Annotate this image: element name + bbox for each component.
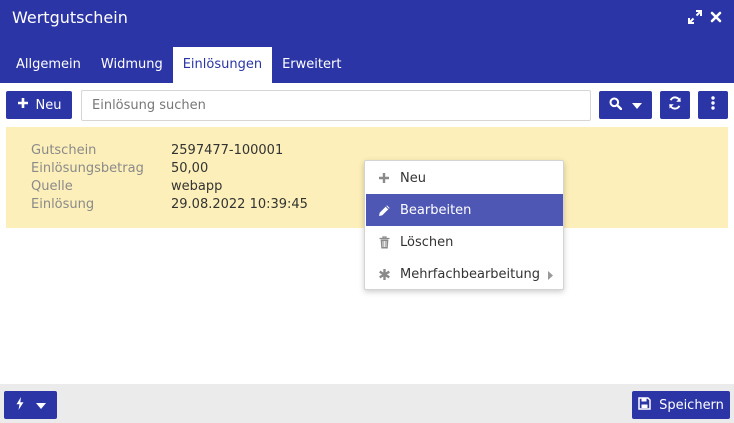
tab-widmung[interactable]: Widmung bbox=[91, 47, 173, 83]
menu-item-bulk-edit[interactable]: Mehrfachbearbeitung bbox=[366, 258, 563, 290]
menu-item-label: Bearbeiten bbox=[400, 202, 472, 218]
record-field: Gutschein 2597477-100001 bbox=[31, 143, 283, 161]
refresh-icon bbox=[668, 96, 682, 114]
tab-allgemein[interactable]: Allgemein bbox=[6, 47, 91, 83]
toolbar: Neu bbox=[0, 83, 734, 123]
expand-icon[interactable] bbox=[688, 10, 702, 24]
chevron-down-icon bbox=[632, 98, 642, 113]
context-menu: Neu Bearbeiten Löschen Mehrfachbearbeitu… bbox=[364, 160, 564, 290]
lightning-icon bbox=[16, 396, 24, 414]
field-label: Einlösung bbox=[31, 197, 95, 212]
menu-item-label: Mehrfachbearbeitung bbox=[400, 266, 540, 282]
menu-item-label: Neu bbox=[400, 170, 426, 186]
close-icon[interactable] bbox=[710, 11, 722, 23]
new-button[interactable]: Neu bbox=[6, 91, 72, 119]
field-label: Gutschein bbox=[31, 143, 97, 158]
menu-item-edit[interactable]: Bearbeiten bbox=[366, 194, 563, 226]
menu-item-new[interactable]: Neu bbox=[366, 162, 563, 194]
actions-button[interactable] bbox=[4, 391, 57, 419]
menu-item-label: Löschen bbox=[400, 234, 454, 250]
new-button-label: Neu bbox=[35, 97, 62, 113]
pencil-icon bbox=[366, 204, 400, 217]
field-label: Quelle bbox=[31, 179, 73, 194]
floppy-disk-icon bbox=[638, 396, 651, 414]
field-value: 29.08.2022 10:39:45 bbox=[171, 197, 308, 212]
tab-erweitert[interactable]: Erweitert bbox=[272, 47, 351, 83]
trash-icon bbox=[366, 235, 400, 249]
chevron-down-icon bbox=[35, 398, 46, 413]
save-button-label: Speichern bbox=[659, 397, 724, 413]
search-button[interactable] bbox=[599, 91, 652, 119]
field-value: webapp bbox=[171, 179, 223, 194]
field-label: Einlösungsbetrag bbox=[31, 161, 144, 176]
field-value: 50,00 bbox=[171, 161, 209, 176]
window-header: Wertgutschein Allgemein Widmung Einlösun… bbox=[0, 0, 734, 83]
tab-bar: Allgemein Widmung Einlösungen Erweitert bbox=[6, 47, 351, 83]
plus-icon bbox=[17, 97, 29, 113]
submenu-arrow-icon bbox=[548, 269, 553, 284]
record-field: Einlösungsbetrag 50,00 bbox=[31, 161, 208, 179]
window-title: Wertgutschein bbox=[12, 8, 128, 27]
plus-icon bbox=[366, 172, 400, 184]
asterisk-icon bbox=[366, 268, 400, 281]
search-input[interactable] bbox=[81, 90, 591, 121]
footer-bar: Speichern bbox=[0, 384, 734, 423]
record-field: Quelle webapp bbox=[31, 179, 222, 197]
window-controls bbox=[688, 10, 722, 24]
more-options-button[interactable] bbox=[698, 91, 728, 119]
vertical-ellipsis-icon bbox=[711, 96, 715, 114]
record-field: Einlösung 29.08.2022 10:39:45 bbox=[31, 197, 308, 215]
refresh-button[interactable] bbox=[660, 91, 690, 119]
search-icon bbox=[609, 97, 623, 114]
field-value: 2597477-100001 bbox=[171, 143, 284, 158]
menu-item-delete[interactable]: Löschen bbox=[366, 226, 563, 258]
save-button[interactable]: Speichern bbox=[632, 391, 730, 419]
tab-einloesungen[interactable]: Einlösungen bbox=[172, 47, 273, 83]
